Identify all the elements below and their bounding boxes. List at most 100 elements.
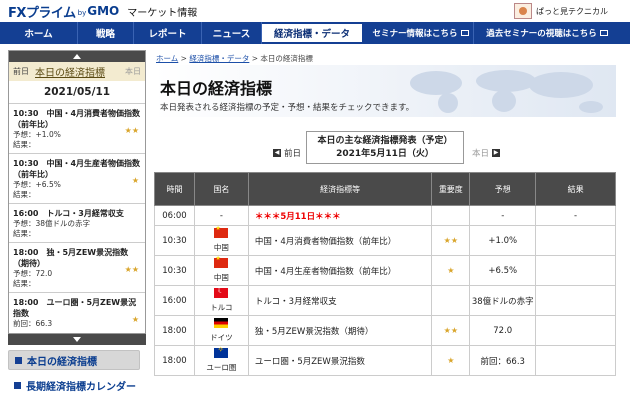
event-result: 結果： (13, 140, 36, 149)
nav-home[interactable]: ホーム (0, 22, 78, 44)
cell-country: - (193, 205, 249, 226)
cell-time: 10:30 (154, 255, 195, 286)
eu-flag-icon (214, 345, 229, 358)
event-result: 結果： (13, 279, 36, 288)
brand-gmo: GMO (87, 4, 120, 18)
event-forecast: 予想：+1.0% (13, 130, 61, 139)
date-heading-date: 2021年5月11日（火） (336, 149, 434, 159)
nav-news[interactable]: ニュース (202, 22, 262, 44)
cell-forecast: - (469, 205, 537, 226)
col-result: 結果 (535, 172, 616, 206)
cell-indicator: ユーロ圏・5月ZEW景況指数 (247, 345, 433, 376)
nav-seminar[interactable]: セミナー情報はこちら (368, 22, 474, 44)
calendar-event[interactable]: 10:30 中国・4月消費者物価指数（前年比） 予想：+1.0% 結果： ★★ (9, 103, 145, 153)
cell-indicator: ＊＊＊5月11日＊＊＊ (247, 205, 433, 226)
cell-forecast: +6.5% (469, 255, 537, 286)
cell-result (535, 225, 616, 256)
scroll-down-button[interactable] (8, 334, 146, 345)
calendar-event[interactable]: 18:00 ユーロ圏・5月ZEW景況指数 前回：66.3 ★ (9, 292, 145, 332)
cell-country: ドイツ (193, 315, 249, 346)
breadcrumb-separator: > (249, 54, 261, 63)
calendar-prev-day[interactable]: 前日 (13, 66, 29, 77)
cell-importance (431, 285, 471, 316)
brand-subtitle: マーケット情報 (127, 7, 198, 19)
date-heading-title: 本日の主な経済指標発表（予定） (317, 136, 453, 146)
nav-report[interactable]: レポート (134, 22, 202, 44)
breadcrumb-current: 本日の経済指標 (260, 54, 313, 63)
cell-importance (431, 205, 471, 226)
cell-result (535, 255, 616, 286)
cell-result (535, 285, 616, 316)
col-country: 国名 (193, 172, 249, 206)
event-result: 結果： (13, 229, 36, 238)
nav-past-seminar-label: 過去セミナーの視聴はこちら (486, 29, 597, 39)
importance-stars: ★★ (124, 265, 139, 274)
nav-past-seminar[interactable]: 過去セミナーの視聴はこちら (474, 22, 620, 44)
cell-indicator: 独・5月ZEW景況指数（期待） (247, 315, 433, 346)
event-title: 10:30 中国・4月消費者物価指数（前年比） (13, 109, 141, 129)
date-heading-box: 本日の主な経済指標発表（予定） 2021年5月11日（火） (306, 131, 464, 164)
event-forecast: 予想：72.0 (13, 269, 53, 278)
site-logo[interactable]: FXプライム by GMO マーケット情報 (8, 3, 198, 21)
sidebar-menu-today[interactable]: 本日の経済指標 (8, 350, 140, 370)
sidebar-menu-today-label: 本日の経済指標 (27, 356, 97, 368)
calendar-next-day: 本日 (125, 67, 141, 76)
importance-stars: ★ (131, 176, 139, 185)
cell-result: - (535, 205, 616, 226)
technical-icon[interactable] (514, 3, 532, 19)
event-forecast: 前回：66.3 (13, 319, 53, 328)
table-row: 06:00 - ＊＊＊5月11日＊＊＊ - - (154, 205, 616, 226)
external-window-icon (599, 30, 608, 36)
breadcrumb-section[interactable]: 経済指標・データ (189, 54, 249, 63)
cell-country: トルコ (193, 285, 249, 316)
bullet-square-icon (15, 356, 22, 364)
china-flag-icon (214, 225, 229, 238)
nav-economic-data[interactable]: 経済指標・データ (262, 24, 362, 42)
scroll-up-button[interactable] (9, 51, 145, 62)
cell-time: 18:00 (154, 315, 195, 346)
calendar-event[interactable]: 10:30 中国・4月生産者物価指数（前年比） 予想：+6.5% 結果： ★ (9, 153, 145, 203)
calendar-date: 2021/05/11 (43, 86, 111, 98)
calendar-event[interactable]: 18:00 独・5月ZEW景況指数（期待） 予想：72.0 結果： ★★ (9, 242, 145, 292)
breadcrumb: ホーム > 経済指標・データ > 本日の経済指標 (156, 53, 313, 64)
turkey-flag-icon (214, 286, 229, 298)
cell-importance: ★★ (431, 225, 471, 256)
prev-day-label: 前日 (284, 149, 302, 159)
cell-forecast: 72.0 (469, 315, 537, 346)
event-forecast: 予想：+6.5% (13, 180, 61, 189)
cell-time: 10:30 (154, 225, 195, 256)
cell-country: 中国 (193, 225, 249, 256)
sidebar-calendar: 前日 本日の経済指標 本日 2021/05/11 10:30 中国・4月消費者物… (8, 50, 146, 334)
page-hero: 本日の経済指標 本日発表される経済指標の予定・予想・結果をチェックできます。 (154, 65, 616, 117)
external-window-icon (460, 30, 469, 36)
col-time: 時間 (154, 172, 195, 206)
cell-importance: ★★ (431, 315, 471, 346)
chevron-down-icon (73, 337, 81, 342)
cell-result (535, 315, 616, 346)
prev-day-link[interactable]: ◀ 前日 (270, 147, 301, 159)
sidebar-menu-longterm-label: 長期経済指標カレンダー (26, 381, 136, 393)
cell-country: 中国 (193, 255, 249, 286)
table-row: 10:30 中国 中国・4月生産者物価指数（前年比） ★ +6.5% (154, 255, 616, 286)
top-header: FXプライム by GMO マーケット情報 ぱっと見テクニカル (0, 0, 630, 22)
indicator-table: 時間 国名 経済指標等 重要度 予想 結果 06:00 - ＊＊＊5月11日＊＊… (154, 172, 616, 376)
nav-strategy[interactable]: 戦略 (78, 22, 134, 44)
country-name: ドイツ (210, 333, 233, 342)
brand-fx: FXプライム (8, 5, 76, 21)
calendar-event[interactable]: 16:00 トルコ・3月経常収支 予想：38億ドルの赤字 結果： (9, 203, 145, 242)
cell-forecast: 38億ドルの赤字 (469, 285, 537, 316)
table-row: 18:00 ドイツ 独・5月ZEW景況指数（期待） ★★ 72.0 (154, 315, 616, 346)
breadcrumb-home[interactable]: ホーム (156, 54, 178, 63)
technical-link[interactable]: ぱっと見テクニカル (536, 6, 608, 17)
breadcrumb-separator: > (178, 54, 190, 63)
calendar-title[interactable]: 本日の経済指標 (35, 64, 105, 79)
page-title: 本日の経済指標 (160, 79, 273, 98)
col-indicator: 経済指標等 (247, 172, 433, 206)
cell-time: 06:00 (154, 205, 195, 226)
main-nav: ホーム 戦略 レポート ニュース 経済指標・データ セミナー情報はこちら 過去セ… (0, 22, 630, 44)
sidebar-menu-longterm[interactable]: 長期経済指標カレンダー (8, 377, 148, 393)
importance-stars: ★ (131, 315, 139, 324)
arrow-left-icon: ◀ (273, 149, 281, 157)
event-title: 16:00 トルコ・3月経常収支 (13, 209, 124, 218)
country-name: ユーロ圏 (206, 363, 237, 372)
